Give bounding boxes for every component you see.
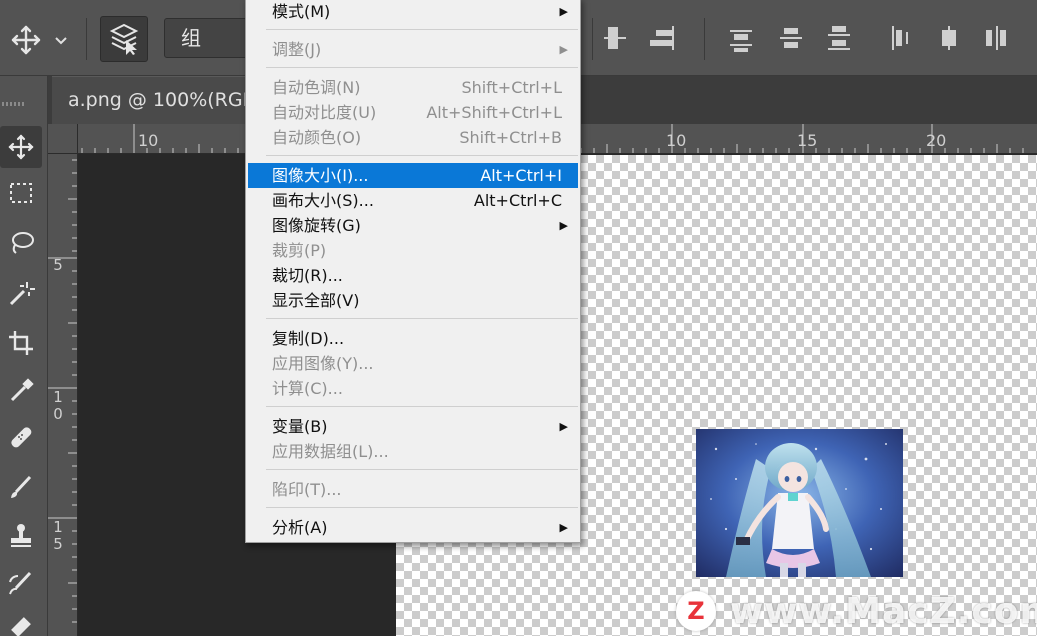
vertical-ruler[interactable]: 5 1 0 1 5 — [48, 154, 78, 636]
menu-item-label: 模式(M) — [272, 2, 331, 21]
document-tab[interactable]: a.png @ 100%(RGB — [52, 76, 252, 124]
menu-item-label: 应用图像(Y)... — [272, 354, 374, 373]
eraser-tool-icon[interactable] — [0, 606, 42, 636]
menu-separator — [266, 507, 578, 508]
menu-separator — [266, 67, 578, 68]
menu-item-label: 变量(B) — [272, 417, 328, 436]
menu-separator — [266, 406, 578, 407]
menu-item-shortcut: Alt+Ctrl+C — [473, 191, 562, 210]
menu-item-auto-tone[interactable]: 自动色调(N) Shift+Ctrl+L — [248, 75, 578, 100]
menu-item-adjustments[interactable]: 调整(J) ▶ — [248, 37, 578, 62]
marquee-tool-icon[interactable] — [0, 172, 42, 214]
separator — [704, 18, 705, 60]
submenu-arrow-icon: ▶ — [559, 521, 568, 534]
separator — [592, 18, 593, 60]
menu-item-shortcut: Alt+Ctrl+I — [480, 166, 562, 185]
menu-item-reveal-all[interactable]: 显示全部(V) — [248, 288, 578, 313]
menu-item-label: 计算(C)... — [272, 379, 343, 398]
watermark-logo: Z — [676, 591, 716, 631]
menu-item-label: 应用数据组(L)... — [272, 442, 389, 461]
panel-grip[interactable] — [0, 96, 48, 112]
menu-item-label: 显示全部(V) — [272, 291, 360, 310]
menu-item-duplicate[interactable]: 复制(D)... — [248, 326, 578, 351]
ruler-label: 1 — [53, 518, 63, 536]
tool-preset-dropdown[interactable] — [54, 30, 68, 50]
menu-item-crop[interactable]: 裁剪(P) — [248, 238, 578, 263]
distribute-horizontal-centers-icon[interactable] — [934, 22, 964, 54]
move-icon[interactable] — [8, 22, 48, 58]
menu-item-label: 自动对比度(U) — [272, 103, 377, 122]
menu-item-label: 图像旋转(G) — [272, 216, 361, 235]
distribute-right-icon[interactable] — [982, 22, 1012, 54]
menu-item-label: 自动色调(N) — [272, 78, 361, 97]
watermark: Z www.MacZ.com — [676, 588, 1037, 634]
menu-item-apply-data-set[interactable]: 应用数据组(L)... — [248, 439, 578, 464]
image-menu-dropdown: 模式(M) ▶ 调整(J) ▶ 自动色调(N) Shift+Ctrl+L 自动对… — [245, 0, 581, 543]
menu-item-shortcut: Alt+Shift+Ctrl+L — [426, 103, 562, 122]
eyedropper-tool-icon[interactable] — [0, 370, 42, 412]
menu-item-trim[interactable]: 裁切(R)... — [248, 263, 578, 288]
submenu-arrow-icon: ▶ — [559, 219, 568, 232]
menu-separator — [266, 29, 578, 30]
menu-item-label: 调整(J) — [272, 40, 322, 59]
menu-item-apply-image[interactable]: 应用图像(Y)... — [248, 351, 578, 376]
submenu-arrow-icon: ▶ — [559, 43, 568, 56]
menu-item-shortcut: Shift+Ctrl+L — [461, 78, 562, 97]
ruler-origin[interactable] — [48, 124, 78, 154]
align-vertical-centers-icon[interactable] — [600, 22, 630, 54]
ruler-label: 1 — [53, 388, 63, 406]
distribute-left-icon[interactable] — [886, 22, 916, 54]
placed-anime-image[interactable] — [696, 429, 903, 577]
clone-stamp-tool-icon[interactable] — [0, 514, 42, 556]
menu-item-label: 画布大小(S)... — [272, 191, 374, 210]
menu-item-auto-contrast[interactable]: 自动对比度(U) Alt+Shift+Ctrl+L — [248, 100, 578, 125]
menu-item-canvas-size[interactable]: 画布大小(S)... Alt+Ctrl+C — [248, 188, 578, 213]
auto-select-layers-button[interactable] — [100, 16, 148, 62]
menu-separator — [266, 155, 578, 156]
menu-item-label: 自动颜色(O) — [272, 128, 362, 147]
submenu-arrow-icon: ▶ — [559, 5, 568, 18]
menu-item-image-size[interactable]: 图像大小(I)... Alt+Ctrl+I — [248, 163, 578, 188]
menu-item-shortcut: Shift+Ctrl+B — [459, 128, 562, 147]
magic-wand-tool-icon[interactable] — [0, 272, 42, 314]
watermark-text: www.MacZ.com — [730, 590, 1037, 632]
align-bottom-edges-icon[interactable] — [646, 22, 676, 54]
menu-item-image-rotation[interactable]: 图像旋转(G) ▶ — [248, 213, 578, 238]
menu-item-trap[interactable]: 陷印(T)... — [248, 477, 578, 502]
separator — [86, 18, 87, 60]
ruler-label: 20 — [926, 131, 947, 150]
menu-item-label: 裁切(R)... — [272, 266, 343, 285]
menu-separator — [266, 318, 578, 319]
menu-item-label: 复制(D)... — [272, 329, 345, 348]
ruler-label: 10 — [138, 131, 159, 150]
menu-item-label: 裁剪(P) — [272, 241, 327, 260]
menu-item-calculations[interactable]: 计算(C)... — [248, 376, 578, 401]
menu-item-label: 陷印(T)... — [272, 480, 342, 499]
history-brush-tool-icon[interactable] — [0, 562, 42, 604]
ruler-label: 0 — [53, 405, 63, 423]
auto-select-target-dropdown[interactable]: 组 — [164, 18, 254, 58]
menu-item-mode[interactable]: 模式(M) ▶ — [248, 0, 578, 24]
menu-item-label: 图像大小(I)... — [272, 166, 369, 185]
crop-tool-icon[interactable] — [0, 322, 42, 364]
menu-item-analysis[interactable]: 分析(A) ▶ — [248, 515, 578, 540]
lasso-tool-icon[interactable] — [0, 222, 42, 264]
menu-item-variables[interactable]: 变量(B) ▶ — [248, 414, 578, 439]
ruler-label: 5 — [53, 535, 63, 553]
layers-icon — [109, 23, 139, 55]
distribute-bottom-icon[interactable] — [824, 22, 854, 54]
menu-item-auto-color[interactable]: 自动颜色(O) Shift+Ctrl+B — [248, 125, 578, 150]
tools-panel — [0, 76, 48, 636]
ruler-label: 10 — [666, 131, 687, 150]
ruler-label: 15 — [797, 131, 818, 150]
menu-separator — [266, 469, 578, 470]
menu-item-label: 分析(A) — [272, 518, 328, 537]
submenu-arrow-icon: ▶ — [559, 420, 568, 433]
move-tool-icon[interactable] — [0, 126, 42, 168]
ruler-label: 5 — [53, 256, 63, 274]
healing-brush-tool-icon[interactable] — [0, 416, 42, 458]
distribute-top-icon[interactable] — [726, 22, 756, 54]
distribute-vertical-centers-icon[interactable] — [776, 22, 806, 54]
brush-tool-icon[interactable] — [0, 466, 42, 508]
